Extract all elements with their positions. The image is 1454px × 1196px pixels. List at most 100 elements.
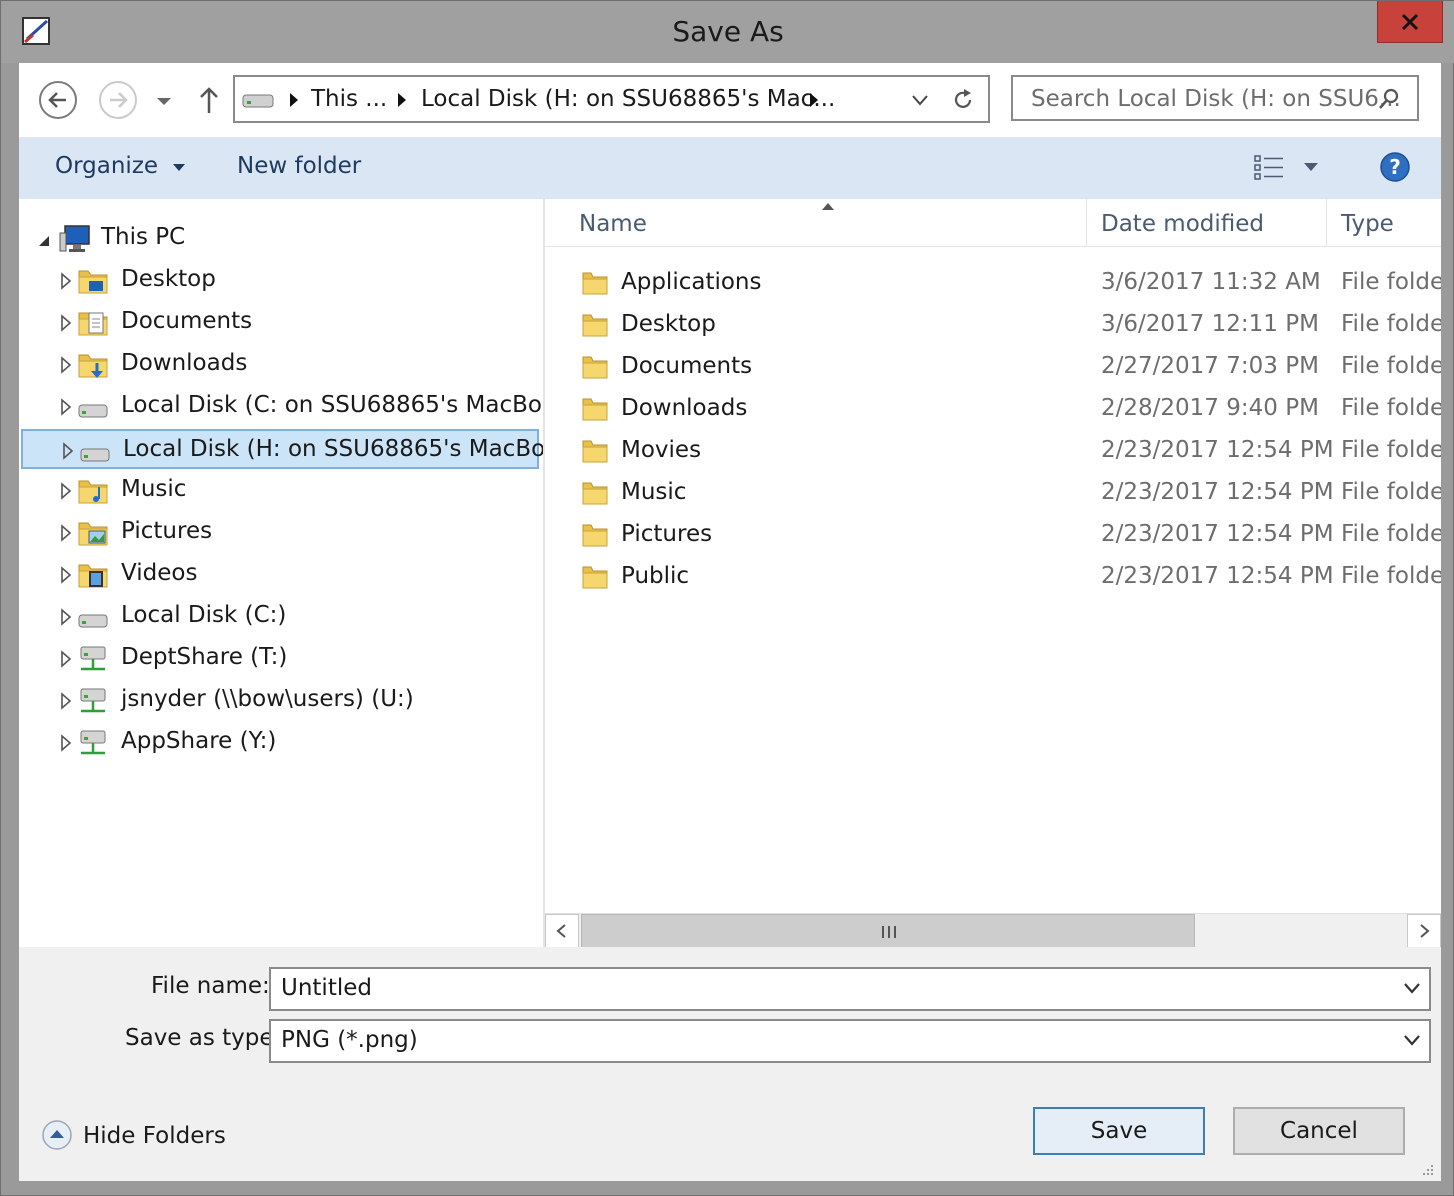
tree-item[interactable]: AppShare (Y:) xyxy=(19,723,543,763)
address-bar[interactable]: This ... Local Disk (H: on SSU68865's Ma… xyxy=(233,75,990,123)
expanded-arrow-icon[interactable] xyxy=(37,232,51,250)
file-type: File folder xyxy=(1341,479,1441,505)
file-date-modified: 3/6/2017 11:32 AM xyxy=(1101,269,1321,295)
tree-item[interactable]: Local Disk (C: on SSU68865's MacBook) xyxy=(19,387,578,427)
column-divider[interactable] xyxy=(1326,199,1327,247)
search-input[interactable]: Search Local Disk (H: on SSU6... xyxy=(1011,75,1419,121)
tree-item[interactable]: DeptShare (T:) xyxy=(19,639,543,679)
collapsed-arrow-icon[interactable] xyxy=(59,734,73,752)
horizontal-scrollbar[interactable] xyxy=(545,913,1441,947)
file-type: File folder xyxy=(1341,311,1441,337)
resize-grip-icon[interactable] xyxy=(1419,1161,1435,1177)
arrow-right-icon xyxy=(110,92,128,108)
tree-item-this-pc[interactable]: This PC xyxy=(19,219,543,259)
collapsed-arrow-icon[interactable] xyxy=(59,692,73,710)
scroll-left-button[interactable] xyxy=(545,914,579,947)
recent-locations-icon[interactable] xyxy=(153,93,175,109)
close-button[interactable] xyxy=(1377,1,1443,43)
file-name: Downloads xyxy=(621,395,748,421)
file-row[interactable]: Documents 2/27/2017 7:03 PM File folder xyxy=(545,347,1441,387)
collapsed-arrow-icon[interactable] xyxy=(59,566,73,584)
forward-button[interactable] xyxy=(99,81,137,119)
videos-folder-icon xyxy=(78,564,108,588)
collapsed-arrow-icon[interactable] xyxy=(59,314,73,332)
organize-label: Organize xyxy=(55,153,159,179)
view-options-icon[interactable] xyxy=(1253,154,1285,182)
cancel-button[interactable]: Cancel xyxy=(1233,1107,1405,1155)
file-name: Desktop xyxy=(621,311,716,337)
collapsed-arrow-icon[interactable] xyxy=(59,398,73,416)
file-row[interactable]: Pictures 2/23/2017 12:54 PM File folder xyxy=(545,515,1441,555)
tree-item[interactable]: Documents xyxy=(19,303,543,343)
organize-menu[interactable]: Organize xyxy=(55,153,187,179)
tree-item[interactable]: Videos xyxy=(19,555,543,595)
file-name-value[interactable]: Untitled xyxy=(281,975,372,1001)
up-arrow-icon[interactable] xyxy=(195,85,223,115)
collapsed-arrow-icon[interactable] xyxy=(59,524,73,542)
tree-item[interactable]: Music xyxy=(19,471,543,511)
save-type-select[interactable]: PNG (*.png) xyxy=(269,1019,1431,1063)
pictures-folder-icon xyxy=(78,522,108,546)
tree-item-label: Documents xyxy=(121,308,253,334)
documents-folder-icon xyxy=(78,312,108,336)
file-name-field[interactable]: Untitled xyxy=(269,967,1431,1011)
scrollbar-thumb[interactable] xyxy=(581,914,1195,947)
file-row[interactable]: Music 2/23/2017 12:54 PM File folder xyxy=(545,473,1441,513)
navigation-pane: This PC Desktop Documents Downloads Local D… xyxy=(19,199,582,947)
collapsed-arrow-icon[interactable] xyxy=(59,356,73,374)
tree-item[interactable]: Downloads xyxy=(19,345,543,385)
chevron-down-icon xyxy=(1404,1035,1420,1046)
chevron-right-icon xyxy=(1420,924,1430,938)
file-date-modified: 2/27/2017 7:03 PM xyxy=(1101,353,1319,379)
search-placeholder: Search Local Disk (H: on SSU6... xyxy=(1031,86,1401,112)
tree-item-label: Desktop xyxy=(121,266,216,292)
search-icon[interactable] xyxy=(1377,87,1401,111)
navigation-bar: This ... Local Disk (H: on SSU68865's Ma… xyxy=(19,63,1441,137)
file-type: File folder xyxy=(1341,353,1441,379)
breadcrumb-this-pc[interactable]: This ... xyxy=(311,86,387,112)
column-date-modified[interactable]: Date modified xyxy=(1101,211,1264,237)
tree-label-this-pc: This PC xyxy=(101,224,186,250)
chevron-down-icon[interactable] xyxy=(1403,981,1421,995)
tree-item[interactable]: jsnyder (\\bow\users) (U:) xyxy=(19,681,543,721)
network-drive-icon xyxy=(80,730,106,755)
help-icon[interactable]: ? xyxy=(1379,151,1411,183)
tree-item-label: Videos xyxy=(121,560,198,586)
tree-item[interactable]: Pictures xyxy=(19,513,543,553)
breadcrumb-local-disk-h[interactable]: Local Disk (H: on SSU68865's Mac... xyxy=(421,86,835,112)
collapsed-arrow-icon[interactable] xyxy=(59,608,73,626)
drive-icon xyxy=(78,614,108,628)
save-type-value: PNG (*.png) xyxy=(281,1027,418,1053)
folder-icon xyxy=(582,566,608,589)
scroll-right-button[interactable] xyxy=(1407,914,1441,947)
view-dropdown-icon[interactable] xyxy=(1303,161,1319,173)
column-type[interactable]: Type xyxy=(1341,211,1394,237)
address-dropdown-icon[interactable] xyxy=(911,93,929,107)
save-type-label: Save as type: xyxy=(125,1025,282,1051)
file-name: Documents xyxy=(621,353,753,379)
folder-icon xyxy=(582,314,608,337)
file-row[interactable]: Desktop 3/6/2017 12:11 PM File folder xyxy=(545,305,1441,345)
column-divider[interactable] xyxy=(1086,199,1087,247)
file-row[interactable]: Public 2/23/2017 12:54 PM File folder xyxy=(545,557,1441,597)
tree-item-label: AppShare (Y:) xyxy=(121,728,277,754)
file-row[interactable]: Applications 3/6/2017 11:32 AM File folder xyxy=(545,263,1441,303)
tree-item[interactable]: Local Disk (H: on SSU68865's MacBook) xyxy=(21,429,582,469)
folder-icon xyxy=(582,272,608,295)
collapsed-arrow-icon[interactable] xyxy=(59,650,73,668)
collapsed-arrow-icon[interactable] xyxy=(61,442,75,460)
back-button[interactable] xyxy=(39,81,77,119)
close-icon xyxy=(1401,13,1419,30)
file-row[interactable]: Downloads 2/28/2017 9:40 PM File folder xyxy=(545,389,1441,429)
refresh-icon[interactable] xyxy=(951,87,975,113)
collapsed-arrow-icon[interactable] xyxy=(59,482,73,500)
column-name[interactable]: Name xyxy=(579,211,647,237)
collapsed-arrow-icon[interactable] xyxy=(59,272,73,290)
new-folder-button[interactable]: New folder xyxy=(237,153,361,179)
tree-item[interactable]: Desktop xyxy=(19,261,543,301)
tree-item[interactable]: Local Disk (C:) xyxy=(19,597,543,637)
chevron-left-icon xyxy=(556,924,566,938)
hide-folders-button[interactable]: Hide Folders xyxy=(41,1117,241,1157)
save-button[interactable]: Save xyxy=(1033,1107,1205,1155)
file-row[interactable]: Movies 2/23/2017 12:54 PM File folder xyxy=(545,431,1441,471)
